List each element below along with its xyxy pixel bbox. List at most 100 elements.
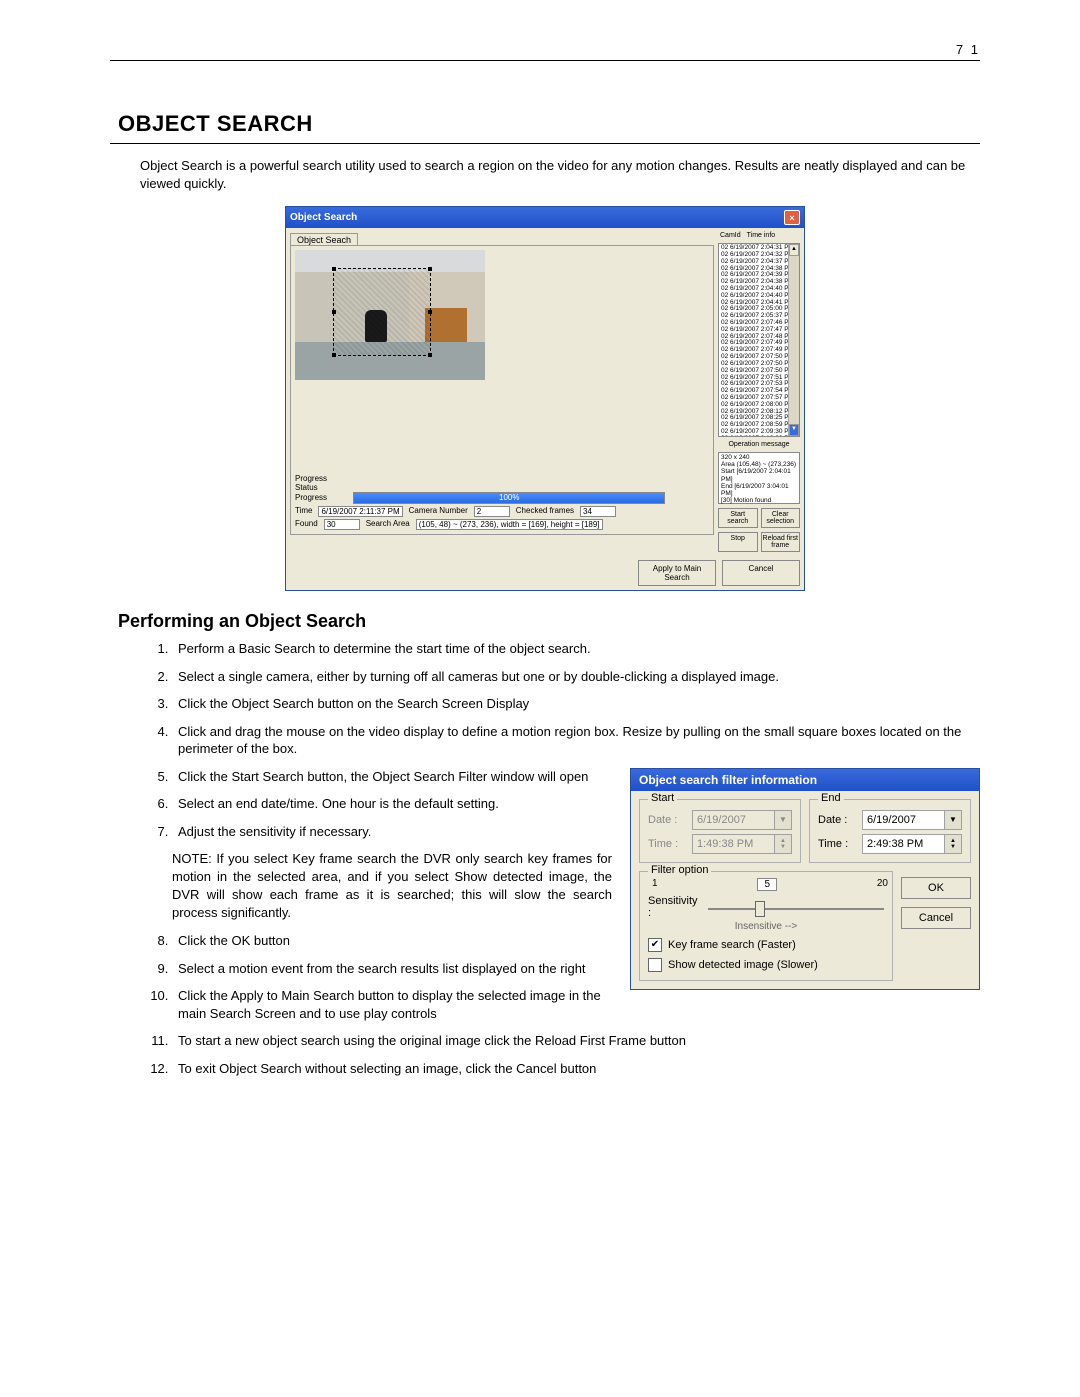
camera-number-value: 2 [474,506,510,517]
dialog-title: Object search filter information [631,769,979,791]
results-col-time: Time info [747,232,776,239]
camera-number-label: Camera Number [409,506,468,517]
checked-frames-value: 34 [580,506,616,517]
chevron-down-icon[interactable]: ▼ [944,811,961,829]
cancel-button[interactable]: Cancel [722,560,800,586]
results-list[interactable]: 02 6/19/2007 2:04:31 PM02 6/19/2007 2:04… [718,243,800,437]
filter-legend: Filter option [648,864,711,876]
stop-button[interactable]: Stop [718,532,758,552]
start-time-label: Time : [648,838,686,850]
spinner-icon: ▲▼ [774,835,791,853]
operation-message-label: Operation message [718,441,800,448]
spinner-icon[interactable]: ▲▼ [944,835,961,853]
step-item: Adjust the sensitivity if necessary. [172,823,612,841]
start-date-label: Date : [648,814,686,826]
keyframe-checkbox[interactable]: ✔ [648,938,662,952]
object-search-window: Object Search × Object Seach [285,206,805,591]
steps-list: Perform a Basic Search to determine the … [110,640,980,758]
end-time-label: Time : [818,838,856,850]
progress-bar: 100% [353,492,665,504]
search-area-value: (105, 48) ~ (273, 236), width = [169], h… [416,519,603,530]
step-item: Select a single camera, either by turnin… [172,668,980,686]
step-item: Click the Object Search button on the Se… [172,695,980,713]
end-legend: End [818,792,844,804]
filter-dialog: Object search filter information Start D… [630,768,980,990]
step-item: Select an end date/time. One hour is the… [172,795,612,813]
apply-to-main-search-button[interactable]: Apply to Main Search [638,560,716,586]
progress-label: Progress [295,493,351,502]
progress-status-label: Progress Status [295,474,351,492]
step-item: Click the Start Search button, the Objec… [172,768,612,786]
heading-object-search: OBJECT SEARCH [110,111,980,137]
found-value: 30 [324,519,360,530]
heading-rule [110,143,980,144]
clear-selection-button[interactable]: Clear selection [761,508,801,528]
start-time-spinner: 1:49:38 PM ▲▼ [692,834,792,854]
titlebar: Object Search × [286,207,804,228]
insensitive-label: Insensitive --> [648,921,884,932]
start-fieldset: Start Date : 6/19/2007 ▼ Time : 1:49:38 … [639,799,801,863]
op-message-line: End [6/19/2007 3:04:01 PM] [721,483,797,497]
ok-button[interactable]: OK [901,877,971,899]
sensitivity-slider[interactable] [708,901,884,915]
slider-thumb[interactable] [755,901,765,917]
op-message-line: Area (105,48) ~ (273,236) [721,461,797,468]
op-message-line: Start [6/19/2007 2:04:01 PM] [721,468,797,482]
step-item: To exit Object Search without selecting … [172,1060,980,1078]
note-paragraph: NOTE: If you select Key frame search the… [172,850,612,922]
op-message-line: [30] Motion found [721,497,797,504]
tab-panel: Progress Status Progress 100% Time 6/19/… [290,245,714,535]
page-number: 7 1 [956,42,980,57]
dialog-cancel-button[interactable]: Cancel [901,907,971,929]
found-label: Found [295,519,318,530]
scale-min: 1 [652,878,658,891]
close-icon[interactable]: × [784,210,800,225]
result-row[interactable]: 02 6/19/2007 2:10:00 PM [721,436,797,437]
scale-max: 20 [877,878,888,891]
time-value: 6/19/2007 2:11:37 PM [318,506,402,517]
progress-status-area: Progress Status Progress 100% Time 6/19/… [295,474,709,530]
end-time-spinner[interactable]: 2:49:38 PM ▲▼ [862,834,962,854]
window-title: Object Search [290,212,357,223]
time-label: Time [295,506,312,517]
top-rule [110,60,980,61]
filter-option-fieldset: Filter option 1 5 20 Sensitivity : [639,871,893,981]
video-preview[interactable] [295,250,485,380]
step-item: Click the Apply to Main Search button to… [172,987,612,1022]
show-detected-label: Show detected image (Slower) [668,959,818,971]
scrollbar[interactable]: ▲ ▼ [788,244,799,436]
checked-frames-label: Checked frames [516,506,574,517]
end-date-combo[interactable]: 6/19/2007 ▼ [862,810,962,830]
step-item: Select a motion event from the search re… [172,960,612,978]
scale-box: 5 [757,878,777,891]
end-time-value: 2:49:38 PM [863,838,944,850]
scroll-down-icon[interactable]: ▼ [789,424,799,436]
end-date-value: 6/19/2007 [863,814,944,826]
start-legend: Start [648,792,677,804]
step-item: Click the OK button [172,932,612,950]
chevron-down-icon: ▼ [774,811,791,829]
start-date-combo: 6/19/2007 ▼ [692,810,792,830]
steps-list-b: Click the OK button Select a motion event… [110,932,612,1022]
reload-first-frame-button[interactable]: Reload first frame [761,532,801,552]
step-item: Click and drag the mouse on the video di… [172,723,980,758]
keyframe-label: Key frame search (Faster) [668,939,796,951]
end-fieldset: End Date : 6/19/2007 ▼ Time : 2:49:38 PM… [809,799,971,863]
op-message-line: 320 x 240 [721,454,797,461]
sensitivity-label: Sensitivity : [648,895,698,919]
end-date-label: Date : [818,814,856,826]
scroll-up-icon[interactable]: ▲ [789,244,799,256]
steps-list-final: To start a new object search using the o… [110,1032,980,1077]
search-area-label: Search Area [366,519,410,530]
show-detected-checkbox[interactable] [648,958,662,972]
steps-list-continued: Click the Start Search button, the Objec… [110,768,612,841]
step-item: To start a new object search using the o… [172,1032,980,1050]
start-search-button[interactable]: Start search [718,508,758,528]
step-item: Perform a Basic Search to determine the … [172,640,980,658]
heading-performing: Performing an Object Search [118,611,980,632]
start-time-value: 1:49:38 PM [693,838,774,850]
operation-message-box: 320 x 240Area (105,48) ~ (273,236)Start … [718,452,800,504]
results-col-camid: CamId [720,232,741,239]
motion-region-box[interactable] [333,268,431,356]
start-date-value: 6/19/2007 [693,814,774,826]
